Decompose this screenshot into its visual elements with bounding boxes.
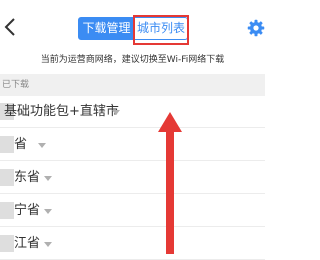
tab-city-list[interactable]: 城市列表 — [135, 17, 188, 40]
list-item[interactable]: 省 — [0, 129, 265, 161]
list-item-label: 省 — [14, 137, 28, 152]
list-item-label: 宁省 — [14, 203, 41, 218]
caret-down-icon — [44, 176, 52, 181]
list-item[interactable]: 东省 — [0, 162, 265, 194]
obscured-text — [0, 169, 14, 186]
segmented-tabs: 下载管理 城市列表 — [78, 17, 188, 40]
gear-icon[interactable] — [247, 19, 265, 37]
section-header: 已下载 — [0, 74, 265, 96]
caret-down-icon — [38, 143, 46, 148]
caret-down-icon — [44, 242, 52, 247]
list-item-label: 江省 — [14, 236, 41, 251]
list-item-label: 基础功能包+直辖市 — [4, 104, 119, 119]
list-item[interactable]: 基础功能包+直辖市 — [0, 96, 265, 128]
network-notice: 当前为运营商网络，建议切换至Wi-Fi网络下载 — [40, 55, 225, 65]
obscured-text — [0, 202, 14, 219]
obscured-text — [0, 235, 14, 252]
list-item[interactable]: 江省 — [0, 228, 265, 260]
section-label-downloaded: 已下载 — [2, 80, 30, 90]
obscured-text — [0, 136, 14, 153]
tab-download-management[interactable]: 下载管理 — [78, 17, 135, 40]
top-bar: 下载管理 城市列表 — [0, 0, 265, 50]
chevron-left-icon[interactable] — [2, 15, 20, 39]
list-item[interactable]: 宁省 — [0, 195, 265, 227]
caret-down-icon — [44, 209, 52, 214]
caret-down-icon — [112, 110, 120, 115]
list-item-label: 东省 — [14, 170, 41, 185]
